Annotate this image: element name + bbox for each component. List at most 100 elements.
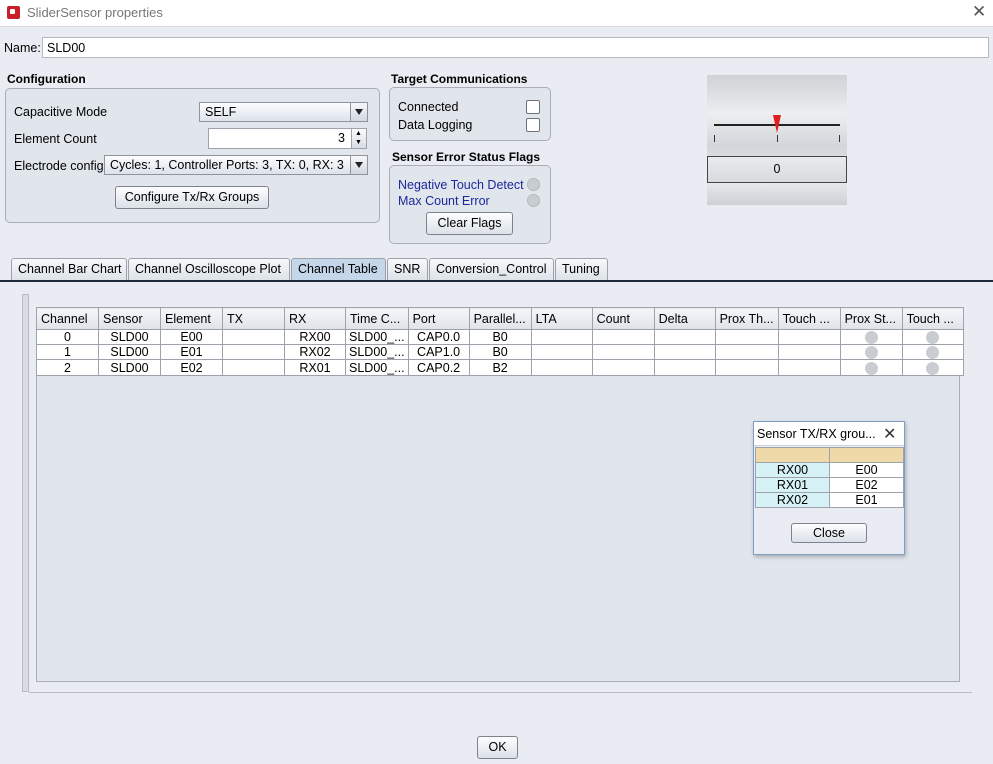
connected-label: Connected <box>398 100 459 114</box>
dialog-rx-cell[interactable]: RX02 <box>755 492 830 508</box>
column-header-prox-status[interactable]: Prox St... <box>839 307 903 330</box>
table-cell[interactable]: SLD00_... <box>345 344 409 361</box>
channel-table: Channel Sensor Element TX RX Time C... P… <box>36 307 964 376</box>
dialog-row[interactable]: RX02 E01 <box>755 492 904 508</box>
table-cell[interactable] <box>530 344 593 361</box>
dialog-row[interactable]: RX00 E00 <box>755 462 904 478</box>
table-cell[interactable] <box>653 328 716 346</box>
configure-txrx-groups-button[interactable]: Configure Tx/Rx Groups <box>115 186 269 209</box>
table-cell[interactable] <box>530 359 593 376</box>
ok-button[interactable]: OK <box>477 736 518 759</box>
prox-status-cell <box>839 344 903 361</box>
table-cell[interactable]: 1 <box>36 344 99 361</box>
column-header-parallel[interactable]: Parallel... <box>468 307 532 330</box>
close-icon[interactable]: ✕ <box>972 2 986 22</box>
table-cell[interactable]: CAP0.2 <box>407 359 470 376</box>
touch-status-led <box>926 346 940 359</box>
clear-flags-button[interactable]: Clear Flags <box>426 212 513 235</box>
txrx-groups-table: RX00 E00 RX01 E02 RX02 E01 <box>755 447 904 508</box>
stepper-up-icon[interactable]: ▲ <box>355 130 362 137</box>
app-icon <box>7 6 20 19</box>
dialog-close-icon[interactable]: ✕ <box>883 424 896 444</box>
dialog-close-button[interactable]: Close <box>791 523 867 543</box>
dialog-element-cell[interactable]: E02 <box>829 477 904 493</box>
table-cell[interactable] <box>222 328 285 346</box>
table-cell[interactable]: SLD00 <box>98 359 161 376</box>
table-cell[interactable] <box>777 359 841 376</box>
tab-channel-bar-chart[interactable]: Channel Bar Chart <box>11 258 127 280</box>
table-cell[interactable] <box>714 328 779 346</box>
table-cell[interactable] <box>591 344 655 361</box>
table-cell[interactable]: 2 <box>36 359 99 376</box>
table-cell[interactable]: CAP1.0 <box>407 344 470 361</box>
stepper-down-icon[interactable]: ▼ <box>355 139 362 146</box>
table-cell[interactable] <box>530 328 593 346</box>
table-cell[interactable]: E00 <box>160 328 223 346</box>
dialog-rx-cell[interactable]: RX01 <box>755 477 830 493</box>
tab-channel-table[interactable]: Channel Table <box>291 258 386 280</box>
table-cell[interactable]: E01 <box>160 344 223 361</box>
dialog-row[interactable]: RX01 E02 <box>755 477 904 493</box>
data-logging-checkbox[interactable] <box>526 118 540 132</box>
negative-touch-label: Negative Touch Detect <box>398 178 524 192</box>
column-header-element[interactable]: Element <box>160 307 223 330</box>
table-cell[interactable]: SLD00 <box>98 328 161 346</box>
column-header-rx[interactable]: RX <box>284 307 346 330</box>
table-cell[interactable] <box>591 328 655 346</box>
vertical-splitter[interactable] <box>22 294 29 692</box>
electrode-config-select[interactable]: Cycles: 1, Controller Ports: 3, TX: 0, R… <box>104 155 368 175</box>
capacitive-mode-label: Capacitive Mode <box>14 105 108 119</box>
table-cell[interactable]: RX02 <box>284 344 346 361</box>
element-count-field[interactable]: 3 <box>208 128 352 149</box>
table-cell[interactable]: SLD00_... <box>345 359 409 376</box>
tab-channel-oscilloscope-plot[interactable]: Channel Oscilloscope Plot <box>128 258 290 280</box>
column-header-count[interactable]: Count <box>591 307 655 330</box>
dialog-element-cell[interactable]: E00 <box>829 462 904 478</box>
dialog-element-cell[interactable]: E01 <box>829 492 904 508</box>
table-cell[interactable] <box>653 344 716 361</box>
table-cell[interactable]: E02 <box>160 359 223 376</box>
column-header-touch-status[interactable]: Touch ... <box>901 307 964 330</box>
name-field[interactable] <box>42 37 989 58</box>
capacitive-mode-select[interactable]: SELF <box>199 102 368 122</box>
table-cell[interactable]: RX01 <box>284 359 346 376</box>
table-cell[interactable] <box>714 359 779 376</box>
table-row[interactable]: 1 SLD00 E01 RX02 SLD00_... CAP1.0 B0 <box>36 344 964 361</box>
dialog-rx-cell[interactable]: RX00 <box>755 462 830 478</box>
tab-conversion-control[interactable]: Conversion_Control <box>429 258 554 280</box>
table-cell[interactable] <box>714 344 779 361</box>
tab-divider <box>0 280 993 282</box>
table-cell[interactable] <box>777 344 841 361</box>
table-row[interactable]: 0 SLD00 E00 RX00 SLD00_... CAP0.0 B0 <box>36 328 964 346</box>
column-header-channel[interactable]: Channel <box>36 307 99 330</box>
table-cell[interactable]: CAP0.0 <box>407 328 470 346</box>
table-cell[interactable] <box>653 359 716 376</box>
column-header-tx[interactable]: TX <box>222 307 285 330</box>
column-header-touch-threshold[interactable]: Touch ... <box>777 307 841 330</box>
table-cell[interactable]: B2 <box>468 359 532 376</box>
touch-status-cell <box>901 344 964 361</box>
chevron-down-icon[interactable] <box>350 103 367 121</box>
connected-checkbox[interactable] <box>526 100 540 114</box>
column-header-lta[interactable]: LTA <box>530 307 593 330</box>
table-cell[interactable]: B0 <box>468 344 532 361</box>
table-cell[interactable]: SLD00 <box>98 344 161 361</box>
table-cell[interactable] <box>222 344 285 361</box>
column-header-prox-threshold[interactable]: Prox Th... <box>714 307 779 330</box>
column-header-sensor[interactable]: Sensor <box>98 307 161 330</box>
column-header-time-constant[interactable]: Time C... <box>345 307 409 330</box>
table-cell[interactable]: RX00 <box>284 328 346 346</box>
tab-snr[interactable]: SNR <box>387 258 428 280</box>
tab-tuning[interactable]: Tuning <box>555 258 608 280</box>
table-cell[interactable] <box>591 359 655 376</box>
element-count-stepper[interactable]: ▲ ▼ <box>351 128 367 149</box>
table-cell[interactable]: SLD00_... <box>345 328 409 346</box>
chevron-down-icon[interactable] <box>350 156 367 174</box>
column-header-port[interactable]: Port <box>407 307 470 330</box>
table-cell[interactable]: B0 <box>468 328 532 346</box>
table-cell[interactable] <box>777 328 841 346</box>
table-row[interactable]: 2 SLD00 E02 RX01 SLD00_... CAP0.2 B2 <box>36 359 964 376</box>
column-header-delta[interactable]: Delta <box>653 307 716 330</box>
table-cell[interactable] <box>222 359 285 376</box>
table-cell[interactable]: 0 <box>36 328 99 346</box>
